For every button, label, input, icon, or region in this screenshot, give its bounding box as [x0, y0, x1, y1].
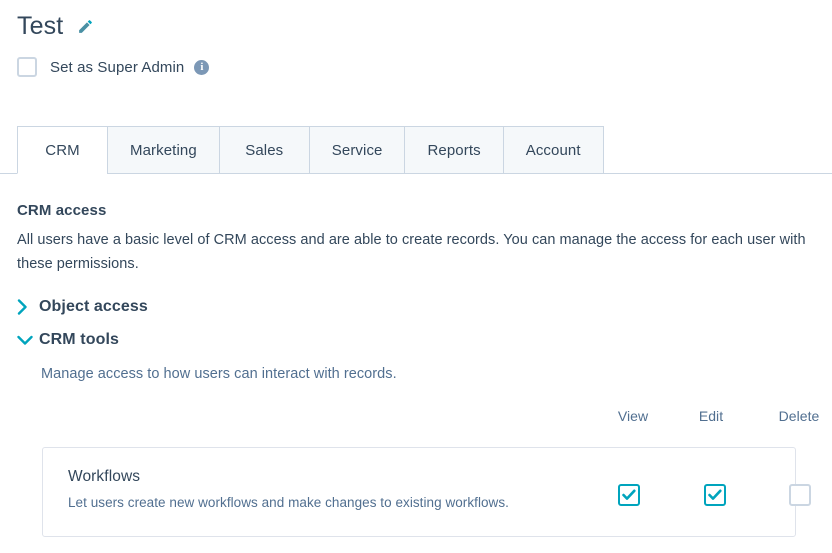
- crm-access-description: All users have a basic level of CRM acce…: [17, 232, 806, 272]
- accordion-crm-tools[interactable]: CRM tools: [17, 331, 815, 349]
- tab-account-label: Account: [525, 141, 581, 159]
- permission-row-description: Let users create new workflows and make …: [68, 495, 509, 510]
- tab-marketing[interactable]: Marketing: [107, 126, 219, 174]
- accordion-object-access[interactable]: Object access: [17, 298, 815, 316]
- tab-account[interactable]: Account: [502, 126, 604, 174]
- permission-row-text: Workflows Let users create new workflows…: [68, 468, 509, 510]
- workflows-view-checkbox-cell: [618, 484, 640, 506]
- tab-service-label: Service: [331, 141, 383, 159]
- tab-sales[interactable]: Sales: [218, 126, 309, 174]
- accordion-crm-tools-label: CRM tools: [39, 331, 120, 348]
- tab-crm-label: CRM: [45, 141, 80, 159]
- workflows-delete-checkbox[interactable]: [789, 484, 811, 506]
- tab-sales-label: Sales: [245, 141, 284, 159]
- super-admin-checkbox[interactable]: [17, 57, 37, 77]
- crm-access-heading: CRM access: [17, 202, 107, 219]
- page-title: Test: [17, 12, 64, 40]
- tab-service[interactable]: Service: [308, 126, 405, 174]
- column-header-edit: Edit: [698, 408, 724, 424]
- column-header-view: View: [617, 408, 649, 424]
- tab-reports[interactable]: Reports: [404, 126, 503, 174]
- tab-reports-label: Reports: [427, 141, 481, 159]
- workflows-edit-checkbox[interactable]: [704, 484, 726, 506]
- page-header: Test: [0, 0, 832, 42]
- workflows-delete-checkbox-cell: [789, 484, 811, 511]
- table-row: Workflows Let users create new workflows…: [42, 447, 811, 537]
- workflows-edit-checkbox-cell: [704, 484, 726, 506]
- super-admin-label: Set as Super Admin: [50, 58, 185, 76]
- tab-crm[interactable]: CRM: [17, 126, 107, 174]
- crm-tools-description: Manage access to how users can interact …: [41, 366, 397, 382]
- permission-column-headers: View Edit Delete: [17, 408, 819, 430]
- info-icon[interactable]: i: [194, 59, 210, 75]
- tab-panel-crm: CRM access All users have a basic level …: [0, 202, 832, 537]
- super-admin-row: Set as Super Admin i: [17, 57, 832, 77]
- workflows-view-checkbox[interactable]: [618, 484, 640, 506]
- tab-marketing-label: Marketing: [130, 141, 197, 159]
- pencil-icon[interactable]: [77, 18, 94, 35]
- chevron-right-icon: [17, 299, 39, 315]
- permission-row-title: Workflows: [68, 468, 141, 485]
- column-header-delete: Delete: [778, 408, 820, 424]
- tab-bar: CRM Marketing Sales Service Reports Acco…: [0, 125, 832, 174]
- accordion-object-access-label: Object access: [39, 298, 148, 315]
- chevron-down-icon: [17, 335, 39, 346]
